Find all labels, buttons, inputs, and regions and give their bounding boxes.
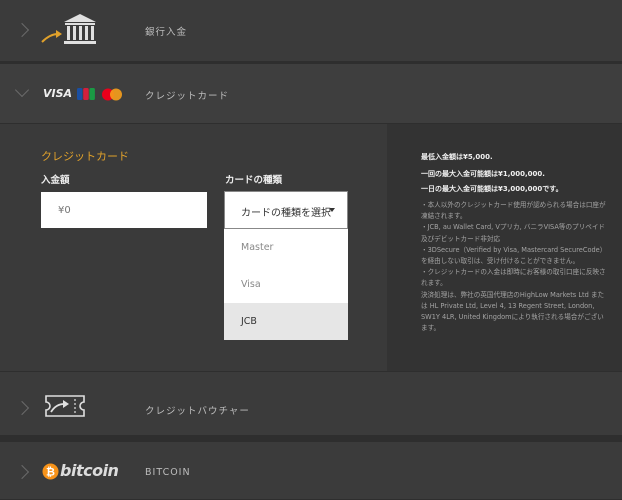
jcb-icon [77, 88, 95, 100]
chevron-right-icon [14, 22, 30, 38]
payment-method-bank[interactable]: 銀行入金 [0, 0, 622, 62]
bitcoin-logo-text: bitcoin [60, 461, 119, 480]
svg-text:₿: ₿ [46, 466, 55, 479]
amount-input[interactable] [41, 192, 207, 228]
info-notes: ・本人以外のクレジットカード使用が認められる場合は口座が凍結されます。 ・JCB… [421, 200, 606, 334]
card-form: クレジットカード 入金額 カードの種類 カードの種類を選択 Master Vis… [0, 124, 387, 371]
bank-icon [41, 14, 96, 44]
visa-logo: VISA [43, 87, 73, 100]
voucher-label: クレジットバウチャー [145, 406, 250, 417]
chevron-down-icon [14, 82, 30, 98]
card-type-select[interactable]: カードの種類を選択 [224, 191, 348, 229]
bitcoin-label: BITCOIN [145, 467, 191, 478]
voucher-icon [45, 395, 85, 417]
info-note: ・JCB, au Wallet Card, Vプリカ, バニラVISA等のプリペ… [421, 223, 606, 243]
chevron-right-icon [14, 464, 30, 480]
credit-card-label: クレジットカード [145, 91, 230, 102]
dropdown-arrow-icon [329, 208, 335, 212]
bank-label: 銀行入金 [145, 27, 188, 38]
credit-card-panel: クレジットカード 入金額 カードの種類 カードの種類を選択 Master Vis… [0, 124, 622, 371]
info-max-day: 一日の最大入金可能額は¥3,000,000です。 [421, 185, 563, 193]
payment-method-bitcoin[interactable]: ₿ bitcoin BITCOIN [0, 442, 622, 500]
info-note: 決済処理は、弊社の英国代理店のHighLow Markets Ltd または H… [421, 290, 605, 333]
payment-method-voucher[interactable]: クレジットバウチャー [0, 372, 622, 436]
card-form-title: クレジットカード [41, 150, 129, 163]
info-note: ・本人以外のクレジットカード使用が認められる場合は口座が凍結されます。 [421, 201, 606, 221]
bitcoin-icon: ₿ [42, 463, 59, 480]
card-type-select-value: カードの種類を選択 [241, 208, 331, 219]
card-type-options: Master Visa JCB [224, 229, 348, 340]
info-min-deposit: 最低入金額は¥5,000. [421, 153, 493, 161]
info-max-once: 一回の最大入金可能額は¥1,000,000. [421, 170, 545, 178]
option-jcb[interactable]: JCB [224, 303, 348, 340]
info-note: ・3DSecure（Verified by Visa, Mastercard S… [421, 245, 604, 266]
info-note: ・クレジットカードの入金は即時にお客様の取引口座に反映されます。 [421, 268, 606, 288]
option-master[interactable]: Master [224, 229, 348, 266]
card-type-label: カードの種類 [225, 175, 283, 186]
mastercard-icon [102, 88, 122, 101]
amount-label: 入金額 [41, 175, 70, 186]
chevron-right-icon [14, 400, 30, 416]
payment-method-credit-card[interactable]: VISA クレジットカード [0, 64, 622, 124]
option-visa[interactable]: Visa [224, 266, 348, 303]
